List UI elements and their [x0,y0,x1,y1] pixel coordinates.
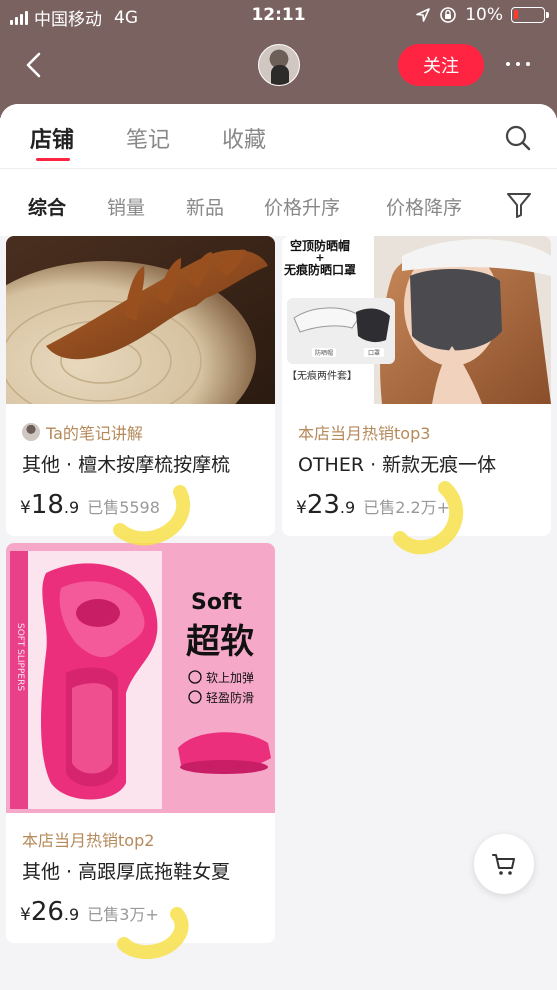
sold-count: 已售3万+ [87,905,159,924]
product-title: 其他 · 高跟厚底拖鞋女夏 [22,861,231,883]
avatar[interactable] [258,44,300,86]
product-tag: 本店当月热销top2 [22,831,155,850]
nav-row: 关注 [0,40,557,90]
sort-price-asc[interactable]: 价格升序 [264,193,340,220]
location-icon [416,8,431,22]
bundle-label: 【无痕两件套】 [287,369,357,382]
tab-bar: 店铺 笔记 收藏 [0,104,557,168]
more-options-button[interactable] [498,52,538,76]
currency-symbol: ¥ [296,498,307,518]
filter-icon [507,193,531,218]
tag-label: Ta的笔记讲解 [46,424,143,443]
search-icon [505,125,531,151]
hat-label: 防晒帽 [315,349,333,357]
price-decimal: .9 [339,498,356,517]
sort-sales[interactable]: 销量 [107,193,145,220]
image-big-text: 超软 [186,622,254,662]
rotation-lock-icon [440,7,457,23]
search-button[interactable] [504,124,532,152]
sort-bar: 综合 销量 新品 价格升序 价格降序 [0,168,557,236]
battery-icon [511,7,549,23]
filter-button[interactable] [506,191,532,219]
tab-favorites[interactable]: 收藏 [222,122,266,154]
status-right: 10% [415,5,549,25]
author-avatar [22,423,40,441]
sort-new[interactable]: 新品 [186,193,224,220]
mask-label: 口罩 [368,350,380,357]
tab-notes[interactable]: 笔记 [126,122,170,154]
top-header: 中国移动 4G 12:11 10% 关注 [0,0,557,118]
sort-comprehensive[interactable]: 综合 [28,193,66,220]
price-integer: 18 [30,490,64,520]
product-card[interactable]: SOFT SLIPPERS Soft 超软 软上加弹 轻盈防滑 本店当月热销to… [6,543,275,943]
cart-icon [492,854,515,875]
sold-count: 已售5598 [87,498,160,517]
image-feature-2: 轻盈防滑 [206,690,254,705]
dot-icon [516,62,520,66]
box-side-text: SOFT SLIPPERS [15,623,25,691]
sold-count: 已售2.2万+ [363,498,451,517]
chevron-left-icon [26,52,41,78]
back-button[interactable] [20,50,50,80]
price-decimal: .9 [63,905,80,924]
status-bar: 中国移动 4G 12:11 10% [0,0,557,32]
currency-symbol: ¥ [20,498,31,518]
product-image-comb [6,236,275,404]
product-card[interactable]: 防晒帽 口罩 空顶防晒帽 + 无痕防晒口罩 【无痕两件套】 本店当月热销top3… [282,236,551,536]
product-image-slippers: SOFT SLIPPERS Soft 超软 软上加弹 轻盈防滑 [6,543,275,813]
price-integer: 23 [306,490,340,520]
cart-button[interactable] [474,834,534,894]
product-title: 其他 · 檀木按摩梳按摩梳 [22,454,231,476]
follow-button[interactable]: 关注 [398,44,484,86]
dot-icon [506,62,510,66]
product-price: ¥26.9 已售3万+ [20,897,159,927]
price-integer: 26 [30,897,64,927]
sort-price-desc[interactable]: 价格降序 [386,193,462,220]
product-image-mask: 防晒帽 口罩 空顶防晒帽 + 无痕防晒口罩 【无痕两件套】 [282,236,551,404]
currency-symbol: ¥ [20,905,31,925]
battery-percent: 10% [465,5,503,25]
active-tab-indicator [36,158,70,161]
product-price: ¥23.9 已售2.2万+ [296,490,450,520]
product-price: ¥18.9 已售5598 [20,490,160,520]
price-decimal: .9 [63,498,80,517]
tab-store[interactable]: 店铺 [30,122,74,154]
product-card[interactable]: Ta的笔记讲解 其他 · 檀木按摩梳按摩梳 ¥18.9 已售5598 [6,236,275,536]
product-tag: Ta的笔记讲解 [22,420,143,444]
product-title: OTHER · 新款无痕一体 [298,454,497,476]
image-headline-2: 无痕防晒口罩 [283,262,356,277]
product-tag: 本店当月热销top3 [298,424,431,443]
image-feature-1: 软上加弹 [206,671,254,685]
image-soft-text: Soft [191,590,243,615]
dot-icon [526,62,530,66]
